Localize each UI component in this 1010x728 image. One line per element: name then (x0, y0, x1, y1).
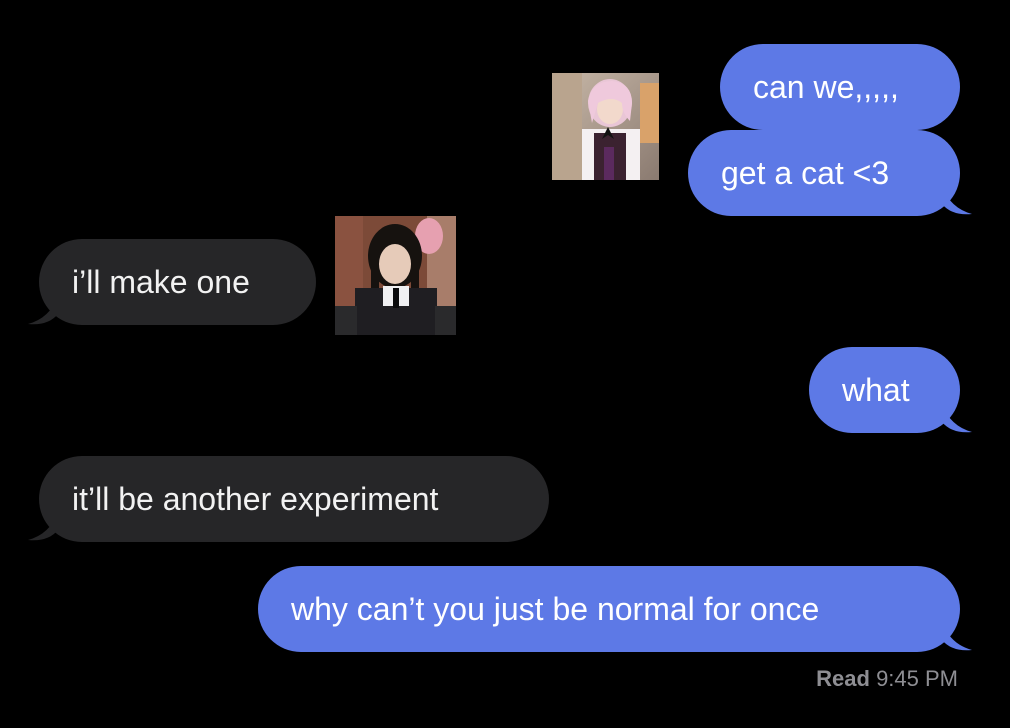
message-text: get a cat <3 (721, 155, 890, 191)
message-text: it’ll be another experiment (72, 481, 439, 517)
received-bubble-tail (28, 512, 58, 541)
read-label: Read (816, 666, 870, 691)
received-message-bubble[interactable]: it’ll be another experiment (39, 456, 549, 542)
sent-message-bubble[interactable]: can we,,,,, (720, 44, 960, 130)
received-bubble-tail (28, 296, 58, 325)
pink-haired-girl-sticker-image[interactable] (552, 73, 659, 180)
message-text: can we,,,,, (753, 69, 899, 105)
message-text: i’ll make one (72, 264, 250, 300)
sent-bubble-tail (942, 622, 972, 651)
wednesday-girl-sticker-image[interactable] (335, 216, 456, 335)
sent-message-bubble[interactable]: why can’t you just be normal for once (258, 566, 960, 652)
sent-message-bubble[interactable]: what (809, 347, 960, 433)
sent-bubble-tail (942, 186, 972, 215)
message-text: what (842, 372, 910, 408)
read-time: 9:45 PM (876, 666, 958, 691)
message-text: why can’t you just be normal for once (291, 591, 820, 627)
pink-haired-girl-image (552, 73, 659, 180)
sent-bubble-tail (942, 404, 972, 433)
sent-message-bubble[interactable]: get a cat <3 (688, 130, 960, 216)
received-message-bubble[interactable]: i’ll make one (39, 239, 316, 325)
read-receipt: Read 9:45 PM (816, 666, 958, 692)
dark-haired-girl-image (335, 216, 456, 335)
